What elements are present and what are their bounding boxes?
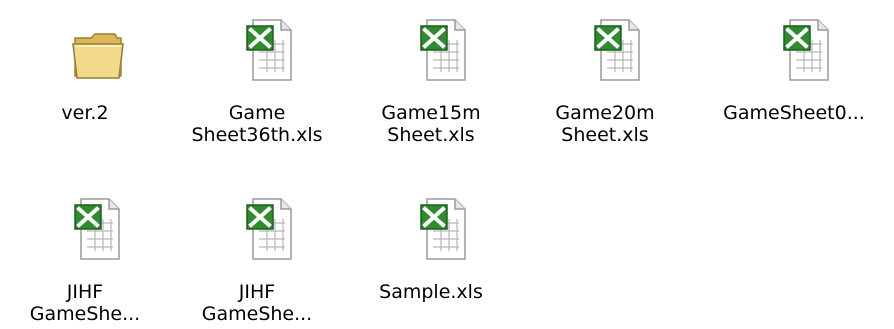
folder-icon <box>57 14 137 94</box>
file-label: Game15m Sheet.xls <box>381 102 481 146</box>
excel-file-icon <box>229 189 309 269</box>
file-label: Sample.xls <box>379 281 483 303</box>
file-label: ver.2 <box>61 102 109 124</box>
file-label: GameSheet0... <box>723 102 865 124</box>
excel-file-icon <box>577 10 657 90</box>
excel-file-icon <box>229 10 309 90</box>
file-label: Game20m Sheet.xls <box>555 102 655 146</box>
file-label: Game Sheet36th.xls <box>191 102 323 146</box>
excel-file-icon <box>57 189 137 269</box>
desktop-file-view: ver.2 Game Sheet36th.xls Game15m Sheet.x <box>0 0 894 329</box>
file-label: JIHF GameShe... <box>201 281 313 325</box>
excel-file-icon <box>766 10 846 90</box>
excel-file-icon <box>403 189 483 269</box>
file-label: JIHF GameShe... <box>29 281 141 325</box>
excel-file-icon <box>403 10 483 90</box>
